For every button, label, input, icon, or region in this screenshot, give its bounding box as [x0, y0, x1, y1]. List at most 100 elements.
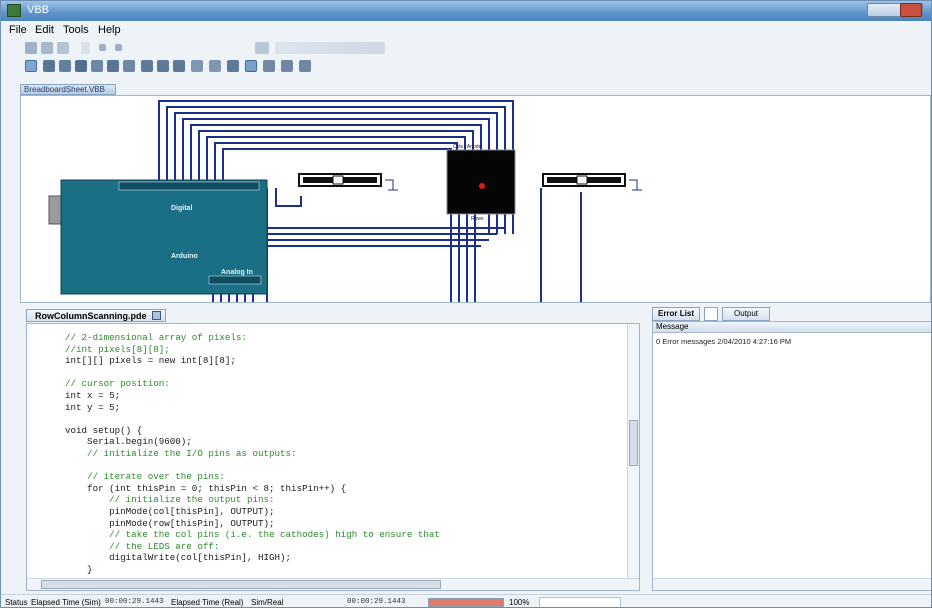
code-line[interactable]: // initialize the output pins: [65, 494, 440, 506]
add-icon[interactable] [107, 60, 119, 72]
title-bar: VBB [1, 1, 931, 21]
code-line[interactable]: // take the col pins (i.e. the cathodes)… [65, 529, 440, 541]
code-line[interactable]: Serial.begin(9600); [65, 436, 440, 448]
move-icon[interactable] [75, 60, 87, 72]
chart-icon[interactable] [227, 60, 239, 72]
open-icon[interactable] [41, 42, 53, 54]
pointer-icon[interactable] [25, 60, 37, 72]
window-title: VBB [27, 4, 50, 16]
zoom-in-icon[interactable] [141, 60, 153, 72]
code-line[interactable]: //int pixels[8][8]; [65, 344, 440, 356]
matrix-bottom-label: Rows [471, 216, 484, 222]
sim-controls-icon[interactable] [275, 42, 385, 54]
code-line[interactable] [65, 413, 440, 425]
code-area[interactable]: // 2-dimensional array of pixels://int p… [65, 332, 440, 590]
new-icon[interactable] [25, 42, 37, 54]
tab-error-list[interactable]: Error List [652, 307, 700, 321]
error-list: Message 0 Error messages 2/04/2010 4:27:… [652, 321, 931, 591]
progress-bar [428, 598, 504, 607]
analog-label: Analog In [221, 269, 253, 276]
led-matrix[interactable] [446, 149, 516, 215]
error-message-row[interactable]: 0 Error messages 2/04/2010 4:27:16 PM [656, 337, 791, 346]
breadboard-canvas[interactable]: Digital Arduino Analog In Cols / Anode R… [20, 95, 931, 303]
status-bar: Status Elapsed Time (Sim) 00:00:29.1443 … [1, 594, 931, 607]
zoom-area-icon[interactable] [173, 60, 185, 72]
window-controls[interactable] [867, 3, 923, 17]
sim-icon[interactable] [255, 42, 269, 54]
matrix-top-label: Cols / Anode [453, 144, 482, 150]
code-line[interactable]: digitalWrite(col[thisPin], HIGH); [65, 552, 440, 564]
menu-file[interactable]: File [9, 24, 27, 36]
rotate-back-icon[interactable] [299, 60, 311, 72]
tab-close-icon[interactable] [152, 311, 161, 320]
progress-fill [429, 599, 503, 606]
code-line[interactable]: // initialize the I/O pins as outputs: [65, 448, 440, 460]
progress-percent: 100% [509, 598, 530, 607]
editor-tab[interactable]: RowColumnScanning.pde [26, 309, 166, 322]
toolbar-drawing [1, 57, 931, 75]
arduino-label: Arduino [171, 253, 198, 260]
menu-edit[interactable]: Edit [35, 24, 54, 36]
elapsed-real-value: 00:00:29.1443 [347, 598, 406, 606]
code-line[interactable]: int x = 5; [65, 390, 440, 402]
grid-icon[interactable] [209, 60, 221, 72]
elapsed-real-label: Elapsed Time (Real) [171, 598, 244, 607]
potentiometer-right[interactable] [542, 173, 642, 191]
elapsed-sim-label: Elapsed Time (Sim) [31, 598, 101, 607]
scroll-thumb[interactable] [41, 580, 441, 589]
wire-icon[interactable] [43, 60, 55, 72]
scroll-thumb[interactable] [629, 420, 638, 466]
code-line[interactable]: pinMode(row[thisPin], OUTPUT); [65, 518, 440, 530]
code-line[interactable]: void setup() { [65, 425, 440, 437]
code-line[interactable]: int y = 5; [65, 402, 440, 414]
sim-real-label: Sim/Real [251, 598, 284, 607]
code-line[interactable]: // iterate over the pins: [65, 471, 440, 483]
code-line[interactable]: // cursor position: [65, 378, 440, 390]
code-line[interactable]: int[][] pixels = new int[8][8]; [65, 355, 440, 367]
code-line[interactable]: for (int thisPin = 0; thisPin < 8; thisP… [65, 483, 440, 495]
circuit-diagram: Digital Arduino Analog In Cols / Anode R… [48, 100, 642, 302]
code-line[interactable] [65, 460, 440, 472]
code-line[interactable] [65, 367, 440, 379]
editor-horizontal-scrollbar[interactable] [27, 578, 639, 590]
tab-output[interactable]: Output [722, 307, 770, 321]
code-line[interactable]: } [65, 564, 440, 576]
app-window: VBB File Edit Tools Help BreadboardSheet… [0, 0, 932, 608]
align-icon[interactable] [123, 60, 135, 72]
select-icon[interactable] [245, 60, 257, 72]
editor-tab-label: RowColumnScanning.pde [35, 311, 147, 321]
close-icon[interactable] [900, 3, 922, 17]
warning-icon [704, 307, 718, 321]
run-icon[interactable] [81, 42, 90, 54]
elapsed-sim-value: 00:00:29.1443 [105, 598, 164, 606]
digital-header [118, 181, 260, 191]
usb-connector [48, 195, 62, 225]
menu-help[interactable]: Help [98, 24, 121, 36]
line-icon[interactable] [91, 60, 103, 72]
hand-icon[interactable] [263, 60, 275, 72]
stop-icon[interactable] [99, 44, 106, 51]
panel-horizontal-scrollbar[interactable] [653, 578, 931, 590]
component-icon[interactable] [59, 60, 71, 72]
led-dot [479, 183, 485, 189]
rotate-icon[interactable] [281, 60, 293, 72]
code-line[interactable]: // 2-dimensional array of pixels: [65, 332, 440, 344]
breadboard-tab[interactable]: BreadboardSheet.VBB [20, 84, 116, 95]
potentiometer-left[interactable] [298, 173, 398, 191]
analog-header [208, 275, 262, 285]
message-column-header[interactable]: Message [653, 322, 931, 333]
code-line[interactable]: // the LEDS are off: [65, 541, 440, 553]
digital-label: Digital [171, 205, 192, 212]
editor-vertical-scrollbar[interactable] [627, 324, 639, 580]
app-icon [7, 4, 21, 17]
menu-bar: File Edit Tools Help [1, 21, 931, 39]
zoom-out-icon[interactable] [157, 60, 169, 72]
code-editor[interactable]: // 2-dimensional array of pixels://int p… [26, 323, 640, 591]
status-label: Status [5, 598, 28, 607]
save-icon[interactable] [57, 42, 69, 54]
menu-tools[interactable]: Tools [63, 24, 89, 36]
pause-icon[interactable] [115, 44, 122, 51]
status-field [539, 597, 621, 607]
code-line[interactable]: pinMode(col[thisPin], OUTPUT); [65, 506, 440, 518]
fit-icon[interactable] [191, 60, 203, 72]
